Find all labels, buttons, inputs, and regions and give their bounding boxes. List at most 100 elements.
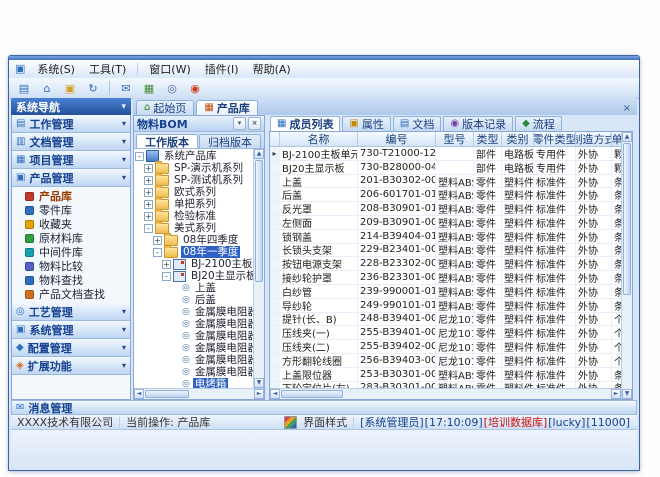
table-row[interactable]: 导纱轮249-990101-01E塑料ABS零件塑料件标准件外协条 (270, 299, 621, 313)
dropdown-icon[interactable]: ▾ (233, 117, 246, 130)
sidebar-item[interactable]: 原材料库 (12, 231, 130, 245)
tree-item[interactable]: -系统产品库 (135, 150, 253, 162)
expander-icon[interactable]: + (162, 260, 171, 269)
column-header[interactable]: 零件类型 (534, 132, 576, 146)
tree-item[interactable]: -美式系列 (135, 222, 253, 234)
tree-item[interactable]: ◎金属膜电阻器 (135, 366, 253, 378)
document-tab[interactable]: ▦产品库 (196, 100, 257, 115)
tree-item[interactable]: ◎电烤箱 (135, 378, 253, 388)
detail-tab[interactable]: ▦成员列表 (270, 116, 340, 131)
close-icon[interactable]: × (248, 117, 261, 130)
tree-item[interactable]: -08年一季度 (135, 246, 253, 258)
table-row[interactable]: 长锁头支架229-B23401-00E塑料ABS零件塑料件标准件外协条 (270, 244, 621, 258)
table-horizontal-scrollbar[interactable]: ◄ ► (270, 388, 621, 399)
tree-item[interactable]: ◎金属膜电阻器 (135, 354, 253, 366)
sidebar-group[interactable]: ▦项目管理▾ (12, 151, 130, 169)
sidebar-group[interactable]: ◆配置管理▾ (12, 339, 130, 357)
scroll-up-icon[interactable]: ▲ (622, 132, 632, 142)
table-row[interactable]: 提针(长、B)248-B39401-00E尼龙1010零件塑料件标准件外协个 (270, 313, 621, 327)
detail-tab[interactable]: ▤文档 (393, 116, 441, 131)
menu-item[interactable]: 窗口(W) (142, 60, 197, 78)
nav-panel-button[interactable]: ▤ (14, 79, 34, 97)
sidebar-item[interactable]: 产品库 (12, 189, 130, 203)
exit-button[interactable]: ◉ (185, 79, 205, 97)
scroll-up-icon[interactable]: ▲ (254, 149, 264, 159)
detail-tab[interactable]: ◆流程 (515, 116, 562, 131)
expander-icon[interactable]: - (144, 224, 153, 233)
column-header[interactable]: 类别 (502, 132, 534, 146)
style-palette-icon[interactable] (284, 416, 297, 429)
scrollbar-thumb[interactable] (281, 390, 343, 398)
table-row[interactable]: 接纱轮护罩236-B23301-00E塑料ABS零件塑料件标准件外协条 (270, 271, 621, 285)
tree-item[interactable]: ◎金属膜电阻器 (135, 306, 253, 318)
column-header[interactable]: 编号 (358, 132, 436, 146)
table-row[interactable]: 白纱管239-990001-01E塑料ABS零件塑料件标准件外协条 (270, 285, 621, 299)
tree-item[interactable]: ◎金属膜电阻器 (135, 330, 253, 342)
table-row[interactable]: 后盖206-601701-01E塑料ABS零件塑料件标准件外协条 (270, 188, 621, 202)
tree-item[interactable]: ◎金属膜电阻器 (135, 318, 253, 330)
tree-item[interactable]: ◎后盖 (135, 294, 253, 306)
settings-button[interactable]: ◎ (162, 79, 182, 97)
mail-button[interactable]: ✉ (116, 79, 136, 97)
home-button[interactable]: ⌂ (37, 79, 57, 97)
tree-item[interactable]: +BJ-2100主板单元 (135, 258, 253, 270)
table-row[interactable]: 方形翻轮线圈256-B39403-00E尼龙1010零件塑料件标准件外协个 (270, 354, 621, 368)
scroll-left-icon[interactable]: ◄ (270, 389, 280, 399)
table-row[interactable]: BJ20主显示板730-B28000-04E部件电路板专用件外协颗 (270, 161, 621, 175)
tree-item[interactable]: ◎上盖 (135, 282, 253, 294)
sidebar-item[interactable]: 中间件库 (12, 245, 130, 259)
table-row[interactable]: 按钮电源支架228-B23302-00E塑料ABS零件塑料件标准件外协条 (270, 257, 621, 271)
column-header[interactable]: 单位 (612, 132, 621, 146)
table-row[interactable]: 反光罩208-B30901-01E塑料ABS零件塑料件标准件外协条 (270, 202, 621, 216)
table-row[interactable]: 锁钢盖214-B39404-01E塑料ABS零件塑料件标准件外协条 (270, 230, 621, 244)
collapse-icon[interactable]: ▾ (121, 102, 126, 112)
expander-icon[interactable]: + (144, 200, 153, 209)
scroll-left-icon[interactable]: ◄ (134, 389, 144, 399)
table-vertical-scrollbar[interactable]: ▲ ▼ (621, 132, 632, 399)
table-row[interactable]: 左侧面209-B30901-00E塑料ABS零件塑料件标准件外协条 (270, 216, 621, 230)
modules-button[interactable]: ▦ (139, 79, 159, 97)
sidebar-item[interactable]: 产品文档查找 (12, 287, 130, 301)
sidebar-group[interactable]: ▤工作管理▾ (12, 115, 130, 133)
tree-vertical-scrollbar[interactable]: ▲ ▼ (253, 149, 264, 388)
column-header[interactable]: 类型 (474, 132, 502, 146)
sidebar-item[interactable]: 物料查找 (12, 273, 130, 287)
sidebar-group[interactable]: ◎工艺管理▾ (12, 303, 130, 321)
column-header[interactable]: 名称 (280, 132, 358, 146)
scrollbar-thumb[interactable] (145, 390, 189, 398)
expander-icon[interactable]: + (144, 212, 153, 221)
tree-item[interactable]: +08年四季度 (135, 234, 253, 246)
scrollbar-thumb[interactable] (623, 143, 631, 295)
tree-horizontal-scrollbar[interactable]: ◄ ► (134, 388, 264, 399)
tree-item[interactable]: +SP-演示机系列 (135, 162, 253, 174)
expander-icon[interactable]: + (144, 188, 153, 197)
message-bar[interactable]: ✉ 消息管理 (11, 400, 637, 415)
scroll-right-icon[interactable]: ► (611, 389, 621, 399)
expander-icon[interactable]: + (144, 164, 153, 173)
sidebar-item[interactable]: 收藏夹 (12, 217, 130, 231)
tree-item[interactable]: +SP-测试机系列 (135, 174, 253, 186)
refresh-button[interactable]: ↻ (83, 79, 103, 97)
detail-tab[interactable]: ◉版本记录 (443, 116, 513, 131)
column-header[interactable]: 制造方式 (576, 132, 612, 146)
tree-item[interactable]: -BJ20主显示板 (135, 270, 253, 282)
scroll-right-icon[interactable]: ► (254, 389, 264, 399)
tree-item[interactable]: +单把系列 (135, 198, 253, 210)
sidebar-group[interactable]: ◈扩展功能▾ (12, 357, 130, 375)
expander-icon[interactable]: + (144, 176, 153, 185)
menu-item[interactable]: 帮助(A) (246, 60, 298, 78)
menu-item[interactable]: 插件(I) (198, 60, 246, 78)
status-style-label[interactable]: 界面样式 (303, 414, 347, 430)
sidebar-item[interactable]: 物料比较 (12, 259, 130, 273)
sidebar-group[interactable]: ▣系统管理▾ (12, 321, 130, 339)
scroll-down-icon[interactable]: ▼ (622, 389, 632, 399)
tree-item[interactable]: +欧式系列 (135, 186, 253, 198)
version-tab[interactable]: 工作版本 (136, 134, 198, 148)
document-tab[interactable]: ⌂起始页 (136, 100, 194, 115)
scroll-down-icon[interactable]: ▼ (254, 378, 264, 388)
table-row[interactable]: 压线夹(二)255-B39402-00E尼龙1010零件塑料件标准件外协个 (270, 340, 621, 354)
table-row[interactable]: 压线夹(一)255-B39401-00E尼龙1010零件塑料件标准件外协个 (270, 326, 621, 340)
column-header[interactable]: 型号 (436, 132, 474, 146)
tree-item[interactable]: +检验标准 (135, 210, 253, 222)
scrollbar-thumb[interactable] (255, 160, 263, 282)
